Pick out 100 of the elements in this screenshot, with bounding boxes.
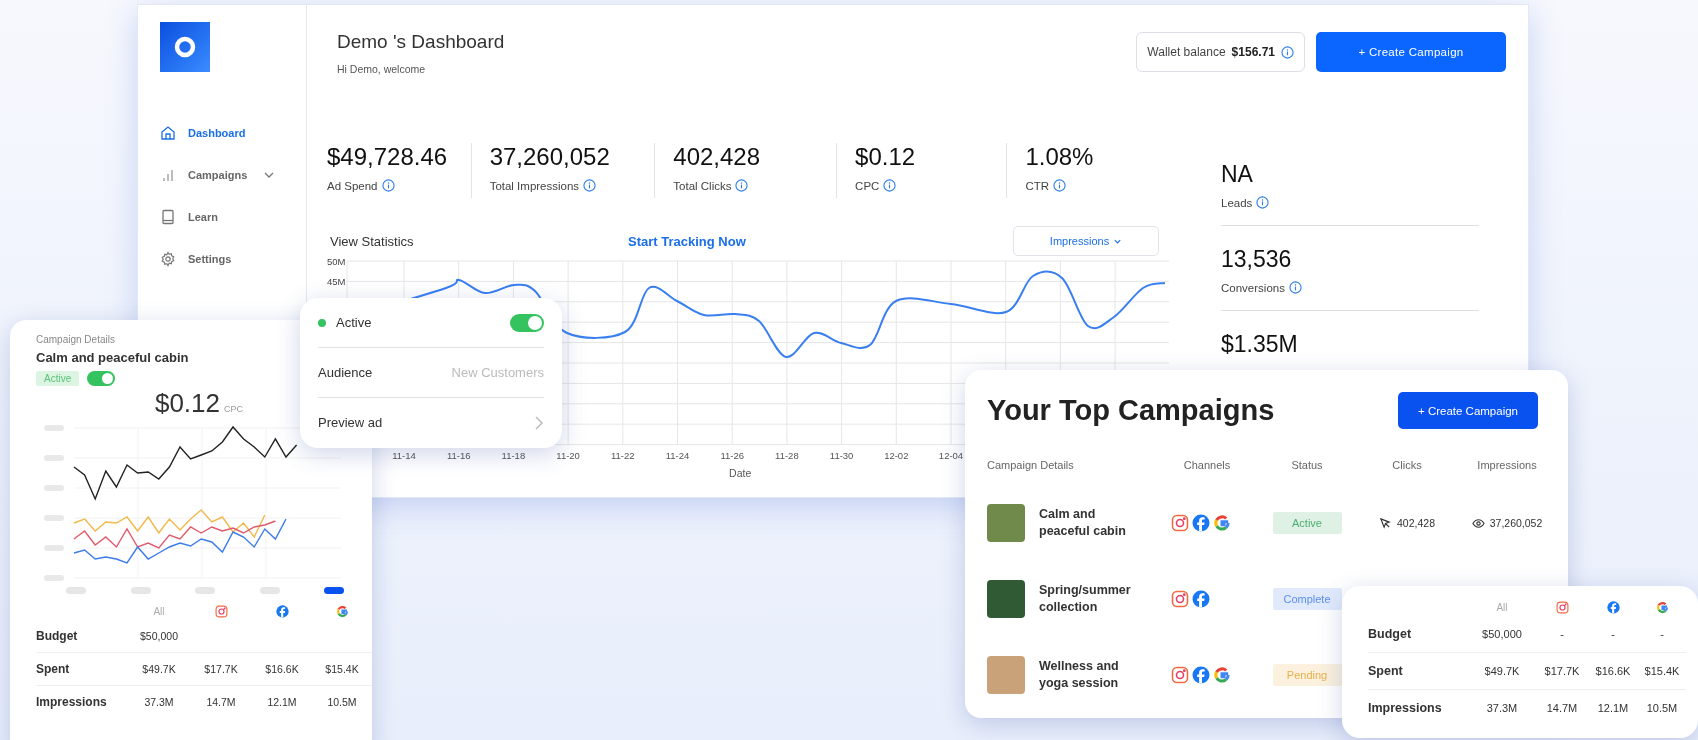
table-cell-text: 12.1M xyxy=(266,696,298,708)
cpc-value: $0.12 xyxy=(154,388,221,419)
row-label: Spent xyxy=(1368,663,1404,680)
column-header: Impressions xyxy=(1476,459,1538,473)
campaign-name[interactable]: Wellness and yoga session xyxy=(1039,657,1139,693)
axis-title: Date xyxy=(729,467,752,479)
table-cell-text: $15.4K xyxy=(1643,665,1681,677)
create-campaign-button[interactable]: + Create Campaign xyxy=(1316,32,1506,72)
eye-icon xyxy=(1471,516,1485,530)
sidebar-item[interactable]: Dashboard xyxy=(160,122,306,144)
toggle-switch[interactable] xyxy=(510,313,544,332)
info-icon[interactable] xyxy=(735,179,749,192)
impressions-value: 37,260,052 xyxy=(1489,517,1543,529)
table-cell-text: $50,000 xyxy=(139,630,179,642)
stat-value: $49,728.46 xyxy=(327,143,449,171)
instagram-icon xyxy=(1171,514,1189,532)
stat-value: 402,428 xyxy=(673,143,762,171)
status-badge: Complete xyxy=(1272,588,1342,610)
campaign-name[interactable]: Spring/summer collection xyxy=(1039,581,1139,617)
axis-tick-label: 11-24 xyxy=(665,450,690,461)
sidebar-item[interactable]: Settings xyxy=(160,248,306,270)
column-header: All xyxy=(1495,600,1509,615)
axis-tick-label: 50M xyxy=(327,256,346,267)
table-cell-text: - xyxy=(1610,628,1616,640)
facebook-icon xyxy=(1192,666,1210,684)
column-header: Campaign Details xyxy=(987,459,1075,473)
status-label: Active xyxy=(336,315,372,330)
info-icon[interactable] xyxy=(1288,281,1302,294)
info-icon[interactable] xyxy=(1281,45,1294,59)
facebook-icon xyxy=(1192,590,1210,608)
section-title: View Statistics xyxy=(329,233,415,249)
table-cell-text: 37.3M xyxy=(143,696,175,708)
table-cell-text: 14.7M xyxy=(205,696,237,708)
range-pill[interactable] xyxy=(324,587,344,594)
facebook-icon xyxy=(1192,514,1210,532)
stat-value: NA xyxy=(1221,161,1254,188)
sidebar-item[interactable]: Learn xyxy=(160,206,306,228)
table-cell-text: $17.7K xyxy=(203,663,239,675)
photo-placeholder xyxy=(987,504,1025,542)
info-icon[interactable] xyxy=(583,179,597,192)
logo-icon xyxy=(160,22,210,72)
stat-value: 13,536 xyxy=(1221,246,1293,273)
bar-chart-icon xyxy=(160,167,176,183)
google-icon xyxy=(1213,514,1231,532)
table-cell-text: 10.5M xyxy=(326,696,358,708)
table-cell-text: $15.4K xyxy=(324,663,360,675)
instagram-icon xyxy=(1171,590,1189,608)
info-icon[interactable] xyxy=(1053,179,1066,192)
preview-ad-link[interactable]: Preview ad xyxy=(318,415,383,430)
book-icon xyxy=(160,209,176,225)
cpc-unit: CPC xyxy=(224,404,244,414)
facebook-icon xyxy=(1606,600,1620,614)
row-label: Spent xyxy=(36,661,71,678)
table-cell-text: - xyxy=(1559,628,1565,640)
page-title: Demo 's Dashboard xyxy=(337,31,505,53)
column-header: Status xyxy=(1290,459,1324,473)
info-icon[interactable] xyxy=(883,179,897,192)
table-cell-text: - xyxy=(1659,628,1665,640)
instagram-icon xyxy=(1171,666,1189,684)
wallet-amount: $156.71 xyxy=(1231,45,1275,59)
table-cell-text: $16.6K xyxy=(1594,665,1632,677)
row-label: Impressions xyxy=(36,694,108,711)
sidebar-item[interactable]: Campaigns xyxy=(160,164,306,186)
table-cell-text: 14.7M xyxy=(1545,702,1579,714)
status-badge: Active xyxy=(36,371,80,386)
axis-tick-label: 45M xyxy=(327,276,346,288)
start-tracking-link[interactable]: Start Tracking Now xyxy=(628,233,746,249)
stat-label: CTR xyxy=(1025,179,1049,192)
metric-dropdown[interactable]: Impressions xyxy=(1013,226,1159,256)
stat-value: 1.08% xyxy=(1025,143,1095,171)
settings-icon xyxy=(160,251,176,267)
info-icon[interactable] xyxy=(1256,196,1270,209)
campaign-name[interactable]: Calm and peaceful cabin xyxy=(1039,505,1139,541)
card-caption: Campaign Details xyxy=(36,334,116,345)
table-cell-text: 10.5M xyxy=(1645,702,1679,714)
table-cell-text: 37.3M xyxy=(1485,702,1519,714)
toggle-switch[interactable] xyxy=(87,371,116,386)
axis-tick-label: 12-02 xyxy=(884,450,909,461)
instagram-icon xyxy=(1555,600,1569,614)
column-header: Clicks xyxy=(1391,459,1423,473)
axis-tick-label: 12-04 xyxy=(938,450,964,461)
column-header: Channels xyxy=(1182,459,1232,473)
stat-label: Total Impressions xyxy=(489,179,580,192)
campaign-name: Calm and peaceful cabin xyxy=(36,350,190,365)
table-cell-text: $17.7K xyxy=(1543,665,1581,677)
stat-label: Leads xyxy=(1221,196,1253,209)
wallet-label: Wallet balance xyxy=(1147,45,1226,59)
stat-value: $0.12 xyxy=(855,143,917,171)
status-badge: Pending xyxy=(1272,664,1342,686)
table-cell-text: $50,000 xyxy=(1481,628,1523,640)
facebook-icon xyxy=(275,604,289,618)
cursor-icon xyxy=(1379,516,1392,530)
create-campaign-button[interactable]: + Create Campaign xyxy=(1398,392,1538,429)
table-cell-text: 12.1M xyxy=(1596,702,1630,714)
stat-value: 37,260,052 xyxy=(489,143,611,171)
table-cell-text: $49.7K xyxy=(1483,665,1521,677)
card-title: Your Top Campaigns xyxy=(987,394,1275,427)
status-badge: Active xyxy=(1272,512,1342,534)
info-icon[interactable] xyxy=(381,179,395,192)
axis-tick-label: 11-22 xyxy=(611,450,635,461)
